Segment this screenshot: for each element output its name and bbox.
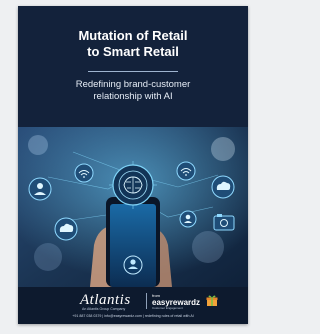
cover-title-line1: Mutation of Retail xyxy=(78,28,188,43)
cloud-icon xyxy=(54,217,78,241)
cover-illustration xyxy=(18,127,248,287)
user-icon xyxy=(179,210,197,228)
document-cover: Mutation of Retail to Smart Retail Redef… xyxy=(18,6,248,324)
wifi-icon xyxy=(176,161,196,181)
cloud-icon xyxy=(211,175,235,199)
cover-title-line2: to Smart Retail xyxy=(87,44,179,59)
atlantis-tagline: An Atlantis Group Company xyxy=(82,307,126,311)
person-location-icon xyxy=(28,177,52,201)
cover-header: Mutation of Retail to Smart Retail Redef… xyxy=(18,6,248,127)
contact-line: +91 887 038 0379 | info@easyrewardz.com … xyxy=(72,314,194,318)
cover-subtitle: Redefining brand-customer relationship w… xyxy=(30,79,236,103)
cover-title: Mutation of Retail to Smart Retail xyxy=(28,28,238,60)
easyrewardz-tagline: Customer Engagement xyxy=(152,306,183,310)
cover-footer: Atlantis An Atlantis Group Company from … xyxy=(18,287,248,324)
cover-subtitle-line2: relationship with AI xyxy=(93,91,173,102)
logo-divider xyxy=(146,293,147,309)
gift-icon xyxy=(206,295,218,306)
title-divider xyxy=(88,71,178,72)
easyrewardz-logo: from easyrewardz Customer Engagement xyxy=(152,292,218,310)
wifi-icon xyxy=(74,163,94,183)
camera-icon xyxy=(213,214,235,231)
cover-subtitle-line1: Redefining brand-customer xyxy=(75,79,191,90)
